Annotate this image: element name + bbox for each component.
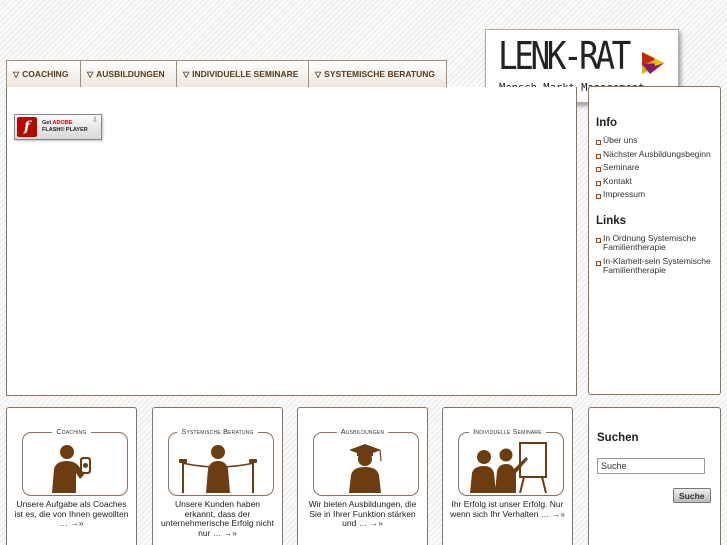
more-link-icon[interactable]: →»	[370, 518, 383, 528]
feature-box-ausbildungen: Ausbildungen Wir bieten Ausbildungen, di…	[297, 407, 428, 545]
sidebar: Info Über uns Nächster Ausbildungsbeginn…	[588, 86, 721, 395]
links-heading: Links	[596, 214, 627, 227]
flash-button-text: Get ADOBE FLASH® PLAYER	[42, 120, 88, 133]
box-title[interactable]: Coaching	[7, 427, 136, 436]
sidebar-item-impressum[interactable]: Impressum	[596, 189, 714, 200]
logo-arrow-icon	[642, 52, 664, 74]
search-button[interactable]: Suche	[673, 488, 711, 503]
feature-box-coaching: Coaching Unsere Aufgabe als Coaches ist …	[6, 407, 137, 545]
nav-item-individuelle-seminare[interactable]: ▽ Individuelle Seminare	[177, 61, 309, 87]
search-box: Suchen Suche	[588, 407, 721, 545]
main-navigation: ▽ Coaching ▽ Ausbildungen ▽ Individuelle…	[6, 60, 447, 88]
info-list: Über uns Nächster Ausbildungsbeginn Semi…	[596, 135, 714, 200]
download-arrow-icon: ⇩	[92, 117, 98, 124]
nav-item-ausbildungen[interactable]: ▽ Ausbildungen	[81, 61, 177, 87]
graduate-icon	[298, 441, 427, 493]
sidebar-item-seminare[interactable]: Seminare	[596, 162, 714, 173]
search-input[interactable]	[597, 458, 705, 474]
box-title[interactable]: Individuelle Seminare	[443, 427, 572, 436]
feature-box-individuelle-seminare: Individuelle Seminare Ihr Erfolg ist uns…	[442, 407, 573, 545]
box-text: Wir bieten Ausbildungen, die Sie in Ihre…	[308, 499, 417, 529]
box-text: Unsere Aufgabe als Coaches ist es, die v…	[14, 499, 129, 529]
more-link-icon[interactable]: →»	[552, 509, 565, 519]
chevron-down-icon: ▽	[87, 69, 94, 79]
sidebar-item-ueber-uns[interactable]: Über uns	[596, 135, 714, 146]
logo-title: LENK-RAT	[498, 34, 631, 78]
more-link-icon[interactable]: →»	[70, 518, 83, 528]
box-title[interactable]: Ausbildungen	[298, 427, 427, 436]
links-list: In Ordnung Systemische Familientherapie …	[596, 233, 714, 276]
nav-item-label: Individuelle Seminare	[192, 69, 299, 79]
nav-item-label: Systemische Beratung	[324, 69, 435, 79]
sidebar-item-naechster-ausbildungsbeginn[interactable]: Nächster Ausbildungsbeginn	[596, 149, 714, 160]
flash-logo-icon: f	[17, 117, 37, 137]
nav-item-systemische-beratung[interactable]: ▽ Systemische Beratung	[309, 61, 446, 87]
finish-line-person-icon	[153, 441, 282, 493]
box-title[interactable]: Systemische Beratung	[153, 427, 282, 436]
box-text: Unsere Kunden haben erkannt, dass der un…	[161, 499, 274, 538]
search-heading: Suchen	[597, 432, 639, 444]
sidebar-link-in-ordnung[interactable]: In Ordnung Systemische Familientherapie	[596, 233, 714, 253]
nav-item-coaching[interactable]: ▽ Coaching	[7, 61, 81, 87]
more-link-icon[interactable]: →»	[224, 528, 237, 538]
presentation-icon	[443, 441, 572, 493]
coaching-person-icon	[7, 441, 136, 493]
main-content-area: f Get ADOBE FLASH® PLAYER ⇩	[6, 87, 577, 396]
sidebar-item-kontakt[interactable]: Kontakt	[596, 176, 714, 187]
box-text: Ihr Erfolg ist unser Erfolg. Nur wenn si…	[450, 499, 565, 519]
sidebar-link-in-klarheit-sein[interactable]: In-Klarheit-sein Systemische Familienthe…	[596, 256, 714, 276]
nav-item-label: Coaching	[22, 69, 69, 79]
chevron-down-icon: ▽	[315, 69, 322, 79]
feature-box-systemische-beratung: Systemische Beratung Unsere Kunden haben…	[152, 407, 283, 545]
nav-item-label: Ausbildungen	[96, 69, 165, 79]
chevron-down-icon: ▽	[13, 69, 20, 79]
get-flash-player-button[interactable]: f Get ADOBE FLASH® PLAYER ⇩	[14, 114, 102, 140]
info-heading: Info	[596, 117, 618, 129]
chevron-down-icon: ▽	[183, 69, 190, 79]
